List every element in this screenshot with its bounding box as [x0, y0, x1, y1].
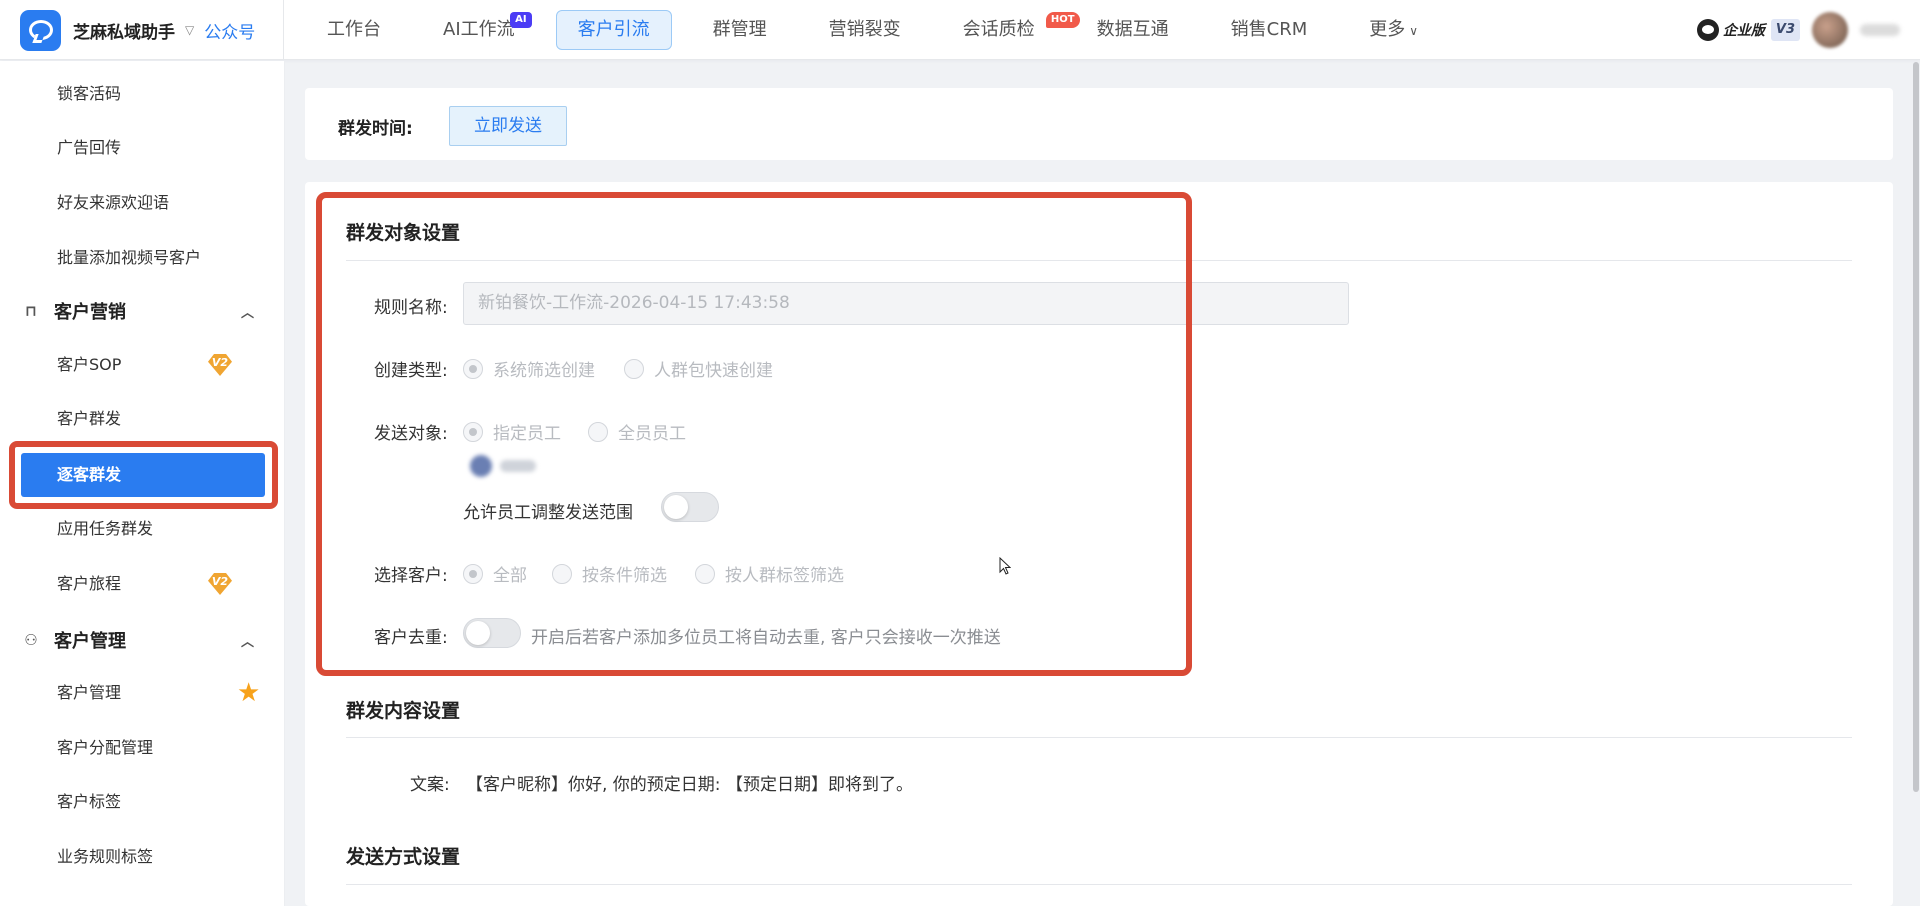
- group-label: 客户管理: [54, 631, 126, 652]
- copy-label: 文案:: [410, 775, 450, 795]
- sidebar-item-customer-sop[interactable]: 客户SOP: [57, 353, 121, 377]
- customer-group-icon: ⚇: [24, 631, 38, 649]
- send-now-button[interactable]: 立即发送: [449, 106, 567, 146]
- avatar[interactable]: [1812, 12, 1848, 48]
- sidebar-item-batch-add-video[interactable]: 批量添加视频号客户: [57, 246, 201, 270]
- divider: [283, 0, 284, 60]
- version-label: V3: [1770, 19, 1800, 41]
- nav-marketing-fission[interactable]: 营销裂变: [808, 10, 922, 50]
- bookmark-icon: ⊓: [25, 302, 37, 320]
- sidebar-item-customer-management[interactable]: 客户管理: [57, 681, 121, 705]
- sidebar-item-customer-broadcast[interactable]: 客户群发: [57, 407, 121, 431]
- divider: [346, 884, 1852, 885]
- brand-account-type[interactable]: 公众号: [204, 18, 255, 43]
- star-icon: ★: [237, 678, 261, 708]
- method-section-title: 发送方式设置: [346, 846, 461, 868]
- brand-name: 芝麻私域助手: [73, 22, 175, 43]
- sidebar-item-customer-journey[interactable]: 客户旅程: [57, 572, 121, 596]
- sidebar-group-customer-management[interactable]: ⚇ 客户管理 ︿: [22, 627, 254, 653]
- nav-data-interchange[interactable]: 数据互通: [1076, 10, 1190, 50]
- v2-badge-icon: V2: [208, 354, 232, 376]
- nav-more[interactable]: 更多 ∨: [1348, 10, 1439, 50]
- username-blurred[interactable]: [1860, 24, 1900, 36]
- mouse-cursor-icon: [999, 557, 1011, 575]
- ai-badge: AI: [510, 12, 532, 28]
- page-scrollbar[interactable]: [1913, 62, 1919, 792]
- enterprise-edition-badge: 企业版 V3: [1696, 19, 1800, 41]
- enterprise-logo-icon: [1696, 19, 1719, 41]
- copy-value: 【客户昵称】你好, 你的预定日期: 【预定日期】即将到了。: [466, 775, 913, 795]
- sidebar-item-business-rule-tags[interactable]: 业务规则标签: [57, 845, 153, 869]
- chevron-up-icon: ︿: [240, 634, 254, 650]
- brand[interactable]: 芝麻私域助手 ▽ 公众号: [20, 9, 255, 51]
- nav-ai-workflow[interactable]: AI工作流 AI: [422, 10, 536, 50]
- sidebar-item-customer-assignment[interactable]: 客户分配管理: [57, 736, 153, 760]
- v2-badge-icon: V2: [208, 573, 232, 595]
- sidebar-item-per-customer-broadcast[interactable]: 逐客群发: [21, 453, 265, 497]
- sidebar-item-customer-tags[interactable]: 客户标签: [57, 790, 121, 814]
- nav-workbench[interactable]: 工作台: [306, 10, 402, 50]
- nav-sales-crm[interactable]: 销售CRM: [1210, 10, 1329, 50]
- brand-logo-icon: [20, 9, 61, 51]
- highlight-frame: [316, 192, 1192, 676]
- nav-session-inspection[interactable]: 会话质检 HOT: [942, 10, 1080, 50]
- sidebar-item-ad-callback[interactable]: 广告回传: [57, 136, 121, 160]
- sidebar: 锁客活码 广告回传 好友来源欢迎语 批量添加视频号客户 ⊓ 客户营销 ︿ 客户S…: [0, 61, 285, 906]
- sidebar-item-lock-code[interactable]: 锁客活码: [57, 82, 121, 106]
- divider: [346, 737, 1852, 738]
- group-label: 客户营销: [54, 302, 126, 323]
- sidebar-item-app-task-broadcast[interactable]: 应用任务群发: [57, 517, 153, 541]
- hot-badge: HOT: [1045, 12, 1080, 28]
- account-area: 企业版 V3: [1696, 12, 1900, 48]
- chevron-up-icon: ︿: [240, 305, 254, 321]
- sidebar-group-customer-marketing[interactable]: ⊓ 客户营销 ︿: [22, 298, 254, 324]
- edition-label: 企业版: [1722, 23, 1765, 39]
- content-section-title: 群发内容设置: [346, 700, 461, 722]
- chevron-down-icon: ∨: [1409, 24, 1419, 38]
- nav-group-management[interactable]: 群管理: [692, 10, 788, 50]
- main-nav: 工作台 AI工作流 AI 客户引流 群管理 营销裂变 会话质检 HOT 数据互通 销…: [306, 10, 1459, 50]
- sidebar-item-friend-welcome[interactable]: 好友来源欢迎语: [57, 191, 169, 215]
- send-time-label: 群发时间:: [338, 119, 413, 139]
- top-navigation-bar: 芝麻私域助手 ▽ 公众号 工作台 AI工作流 AI 客户引流 群管理 营销裂变 会…: [0, 0, 1920, 60]
- chevron-down-icon[interactable]: ▽: [185, 23, 194, 37]
- nav-customer-acquisition[interactable]: 客户引流: [555, 10, 672, 50]
